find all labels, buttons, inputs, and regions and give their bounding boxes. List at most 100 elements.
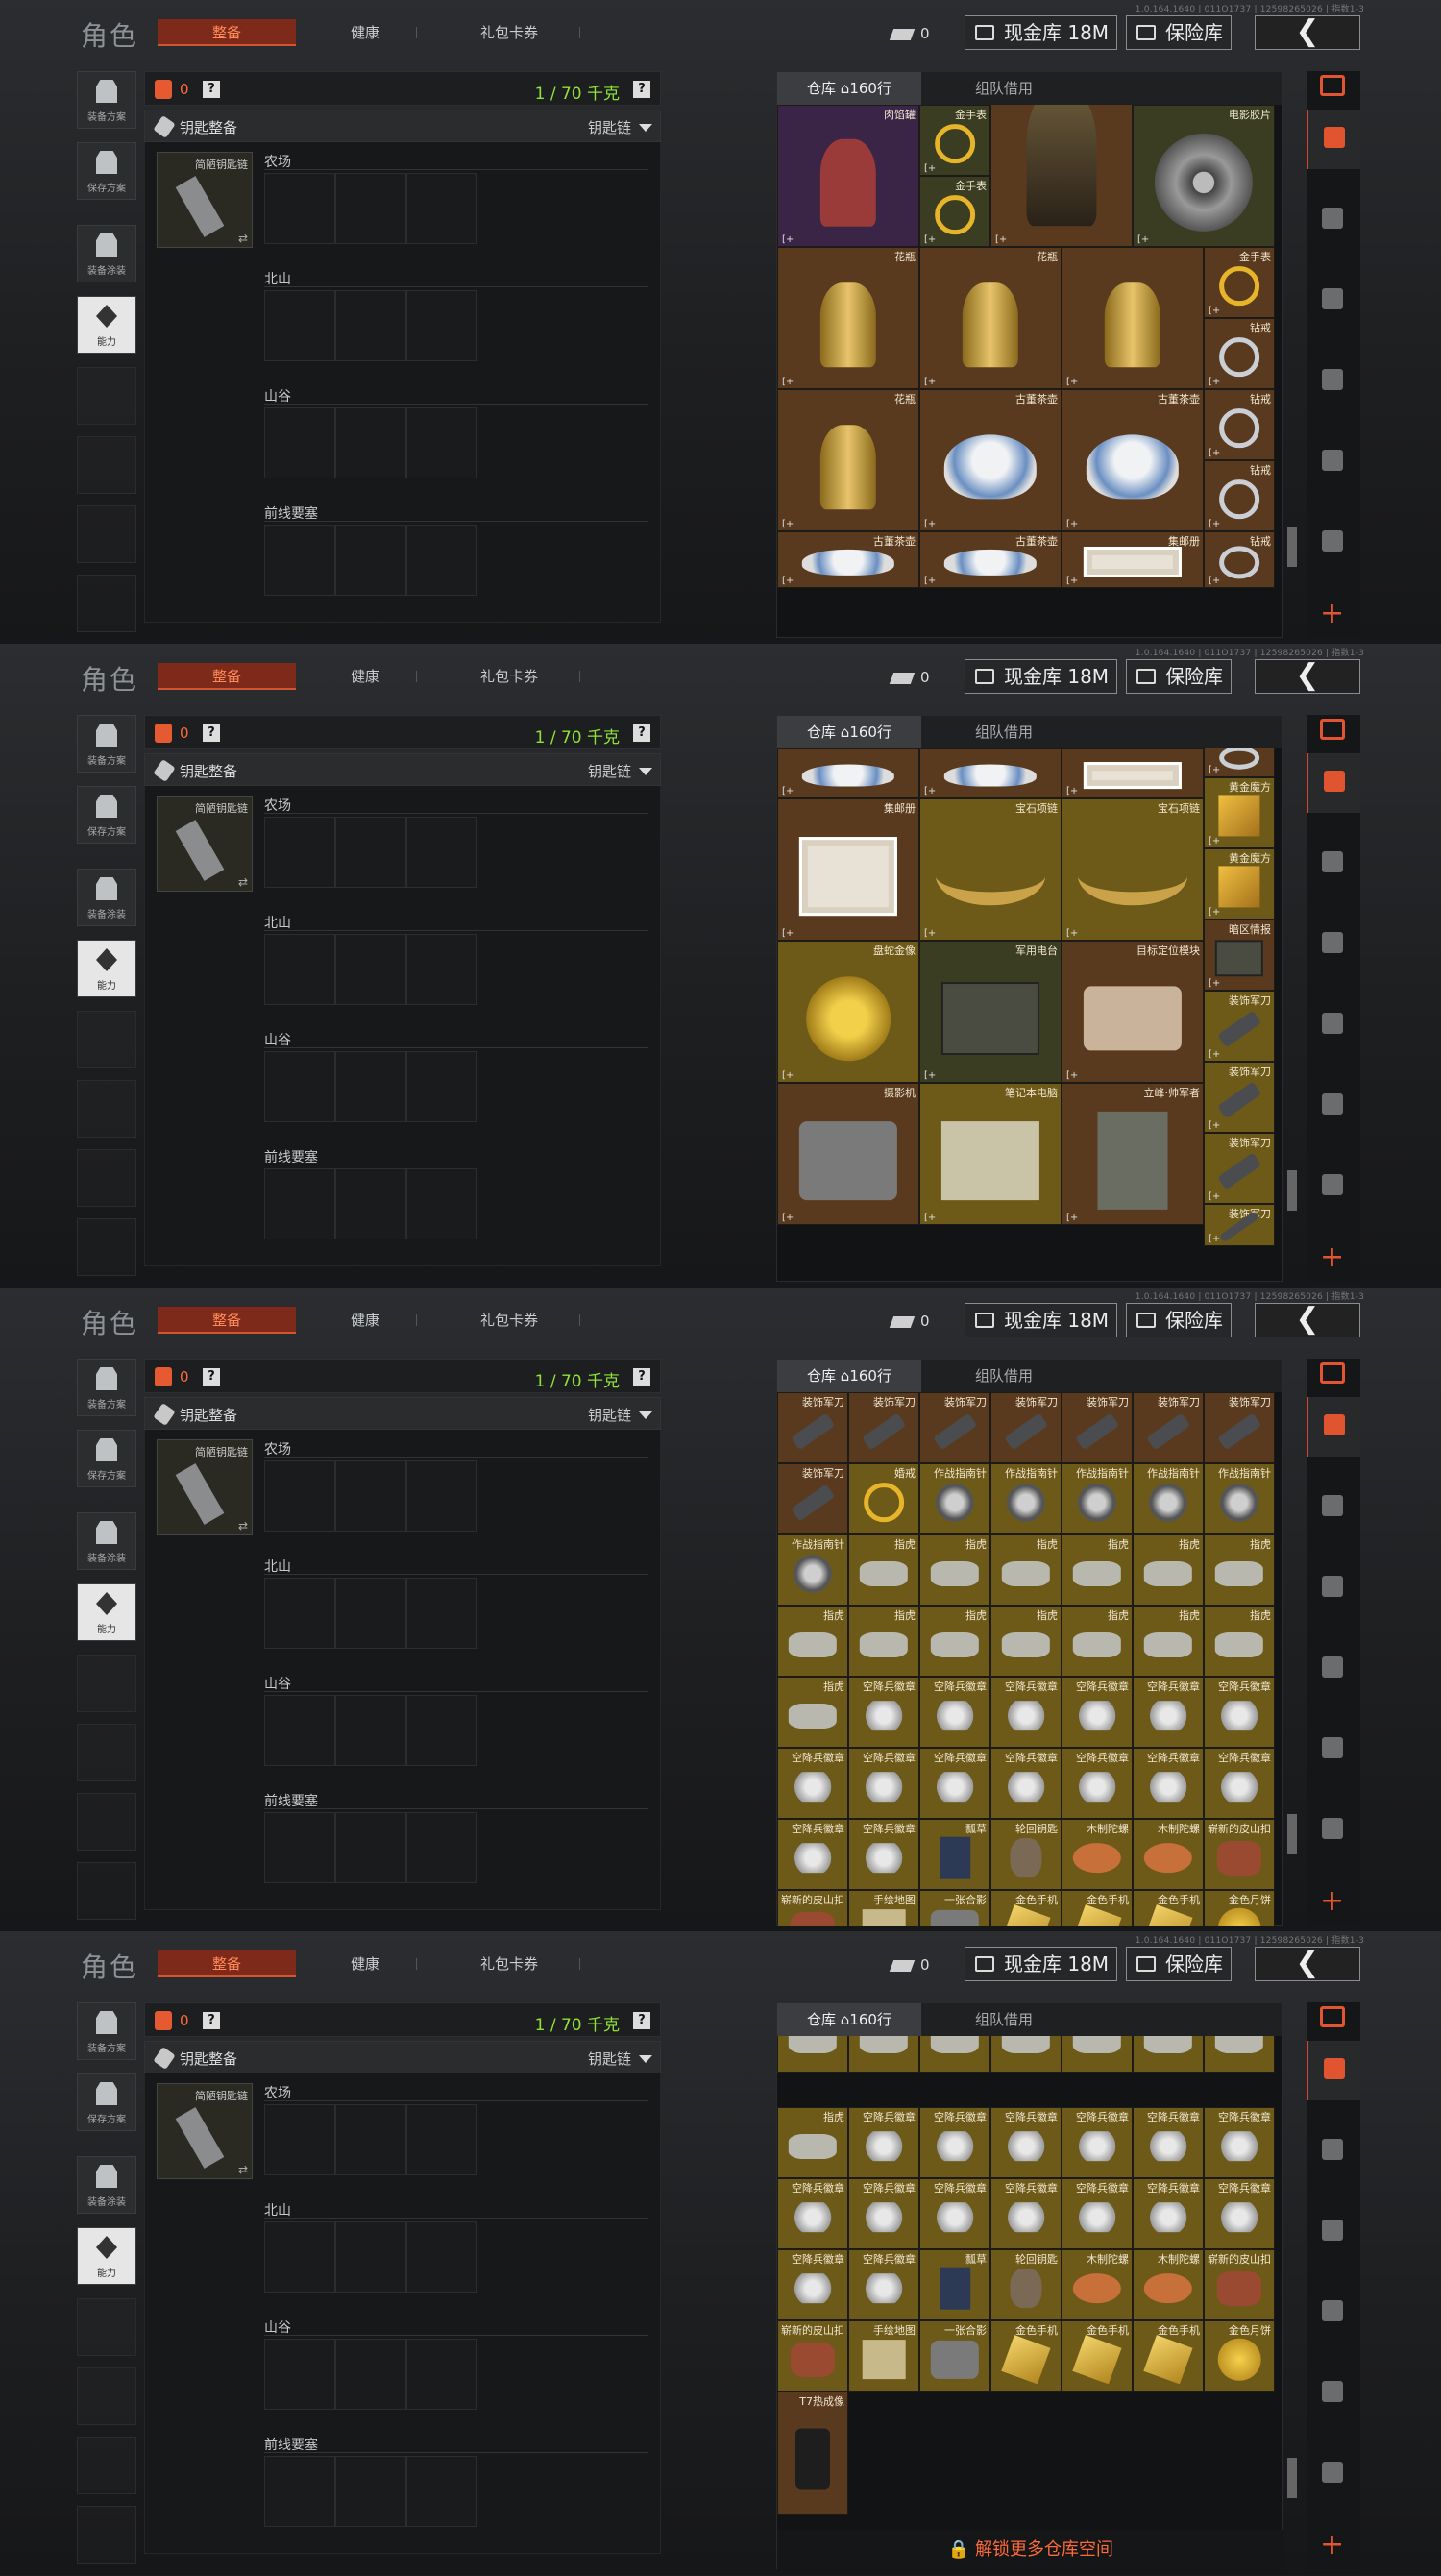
- inventory-item[interactable]: 指虎: [919, 1534, 990, 1606]
- key-slot[interactable]: [335, 2221, 406, 2293]
- inventory-item[interactable]: 空降兵徽章: [1133, 2178, 1204, 2249]
- key-slot[interactable]: [335, 1695, 406, 1766]
- swap-icon[interactable]: ⇄: [238, 1519, 248, 1533]
- help-icon[interactable]: ?: [633, 724, 650, 742]
- filter-misc[interactable]: [1307, 2444, 1360, 2504]
- inventory-item[interactable]: 空降兵徽章: [777, 2178, 848, 2249]
- key-slot[interactable]: [335, 1578, 406, 1649]
- key-slot[interactable]: [264, 2221, 335, 2293]
- tab-0[interactable]: 整备: [158, 19, 296, 46]
- inventory-item[interactable]: 手绘地图: [848, 2320, 919, 2392]
- inventory-item[interactable]: [848, 2036, 919, 2073]
- inventory-item[interactable]: 花瓶 [+: [919, 247, 1062, 389]
- inventory-item[interactable]: 指虎: [777, 1677, 848, 1748]
- chevron-down-icon[interactable]: [639, 1411, 652, 1419]
- warehouse-scrollbar[interactable]: [1287, 1170, 1297, 1211]
- inventory-item[interactable]: [+: [919, 748, 1062, 798]
- filter-gun[interactable]: [1307, 271, 1360, 331]
- inventory-item[interactable]: 作战指南针: [777, 1534, 848, 1606]
- key-slot[interactable]: [264, 934, 335, 1005]
- inventory-item[interactable]: 盘蛇金像 [+: [777, 940, 919, 1083]
- inventory-item[interactable]: [919, 2036, 990, 2073]
- inventory-item[interactable]: 空降兵徽章: [919, 1677, 990, 1748]
- filter-all[interactable]: [1307, 1397, 1360, 1457]
- filter-gun[interactable]: [1307, 2202, 1360, 2262]
- key-slot[interactable]: [406, 290, 477, 361]
- key-slot[interactable]: [264, 1460, 335, 1532]
- keychain-item[interactable]: 简陋钥匙链 ⇄: [157, 796, 253, 892]
- inventory-item[interactable]: 古董茶壶 [+: [777, 531, 919, 589]
- filter-ammo[interactable]: [1307, 2364, 1360, 2423]
- tab-1[interactable]: 健康: [317, 663, 417, 690]
- keychain-header[interactable]: 钥匙整备 钥匙链: [144, 2041, 661, 2073]
- inventory-item[interactable]: 古董茶壶 [+: [919, 531, 1062, 589]
- key-slot[interactable]: [335, 1051, 406, 1122]
- inventory-item[interactable]: 摄影机 [+: [777, 1082, 919, 1225]
- keychain-header[interactable]: 钥匙整备 钥匙链: [144, 1397, 661, 1430]
- inventory-item[interactable]: 瓢草: [919, 1819, 990, 1890]
- key-slot[interactable]: [264, 817, 335, 888]
- inventory-item[interactable]: 作战指南针: [919, 1463, 990, 1534]
- inventory-item[interactable]: [1062, 2036, 1133, 2073]
- left-menu-download[interactable]: 保存方案: [77, 142, 136, 200]
- warehouse-scrollbar[interactable]: [1287, 2458, 1297, 2498]
- key-slot[interactable]: [335, 1460, 406, 1532]
- inventory-item[interactable]: 集邮册 [+: [777, 797, 919, 941]
- inventory-item[interactable]: 装饰军刀: [1062, 1392, 1133, 1463]
- inventory-item[interactable]: 空降兵徽章: [1133, 1677, 1204, 1748]
- tab-1[interactable]: 健康: [317, 1950, 417, 1977]
- inventory-item[interactable]: 金色手机: [990, 1890, 1062, 1926]
- keychain-item[interactable]: 简陋钥匙链 ⇄: [157, 152, 253, 248]
- stack-icon[interactable]: [1320, 2006, 1345, 2027]
- key-slot[interactable]: [406, 407, 477, 478]
- inventory-item[interactable]: 空降兵徽章: [1062, 2178, 1133, 2249]
- inventory-item[interactable]: 肉馅罐 [+: [777, 105, 919, 247]
- tab-0[interactable]: 整备: [158, 1950, 296, 1977]
- inventory-item[interactable]: 崭新的皮山扣: [1204, 1819, 1275, 1890]
- inventory-item[interactable]: 金色手机: [1133, 1890, 1204, 1926]
- inventory-item[interactable]: 崭新的皮山扣: [777, 2320, 848, 2392]
- inventory-item[interactable]: 金色手机: [990, 2320, 1062, 2392]
- cash-vault-button[interactable]: 现金库 18M: [965, 1303, 1118, 1337]
- tab-2[interactable]: 礼包卡券: [442, 663, 580, 690]
- inventory-item[interactable]: 空降兵徽章: [848, 2178, 919, 2249]
- inventory-item[interactable]: 金色月饼: [1204, 1890, 1275, 1926]
- tab-1[interactable]: 健康: [317, 19, 417, 46]
- key-slot[interactable]: [335, 2339, 406, 2410]
- filter-magazine[interactable]: [1307, 995, 1360, 1055]
- inventory-item[interactable]: 作战指南针: [1062, 1463, 1133, 1534]
- inventory-item[interactable]: 崭新的皮山扣: [777, 1890, 848, 1926]
- inventory-item[interactable]: 古董茶壶 [+: [919, 389, 1062, 531]
- inventory-item[interactable]: 空降兵徽章: [777, 1819, 848, 1890]
- left-menu-vest[interactable]: 装备方案: [77, 2002, 136, 2060]
- inventory-item[interactable]: 钻戒 [+: [1204, 460, 1275, 531]
- left-menu-vest[interactable]: 装备方案: [77, 715, 136, 773]
- inventory-item[interactable]: 空降兵徽章: [1062, 1677, 1133, 1748]
- inventory-item[interactable]: 指虎: [990, 1606, 1062, 1677]
- safe-vault-button[interactable]: 保险库: [1126, 1303, 1232, 1337]
- help-icon[interactable]: ?: [633, 81, 650, 98]
- keychain-selector[interactable]: 钥匙链: [588, 117, 631, 137]
- left-menu-download[interactable]: 保存方案: [77, 786, 136, 844]
- swap-icon[interactable]: ⇄: [238, 2163, 248, 2176]
- key-slot[interactable]: [335, 2456, 406, 2527]
- tab-warehouse[interactable]: 仓库 ⌂160行: [777, 72, 921, 105]
- inventory-item[interactable]: 黄金魔方 [+: [1204, 776, 1275, 848]
- tab-warehouse[interactable]: 仓库 ⌂160行: [777, 2003, 921, 2036]
- inventory-item[interactable]: 集邮册 [+: [1062, 531, 1204, 589]
- left-menu-helmet[interactable]: 装备涂装: [77, 1512, 136, 1570]
- inventory-item[interactable]: [+: [990, 105, 1133, 247]
- inventory-item[interactable]: 空降兵徽章: [1204, 1677, 1275, 1748]
- filter-misc[interactable]: [1307, 513, 1360, 573]
- left-menu-download[interactable]: 保存方案: [77, 2073, 136, 2131]
- help-icon[interactable]: ?: [203, 81, 220, 98]
- inventory-item[interactable]: 金色手机: [1062, 1890, 1133, 1926]
- keychain-item[interactable]: 简陋钥匙链 ⇄: [157, 1439, 253, 1535]
- key-slot[interactable]: [406, 1812, 477, 1883]
- inventory-item[interactable]: 空降兵徽章: [777, 1748, 848, 1819]
- key-slot[interactable]: [264, 1168, 335, 1239]
- add-icon[interactable]: +: [1320, 597, 1344, 630]
- inventory-item[interactable]: 指虎: [1062, 1606, 1133, 1677]
- tab-team-borrow[interactable]: 组队借用: [946, 2003, 1062, 2036]
- stack-icon[interactable]: [1320, 719, 1345, 740]
